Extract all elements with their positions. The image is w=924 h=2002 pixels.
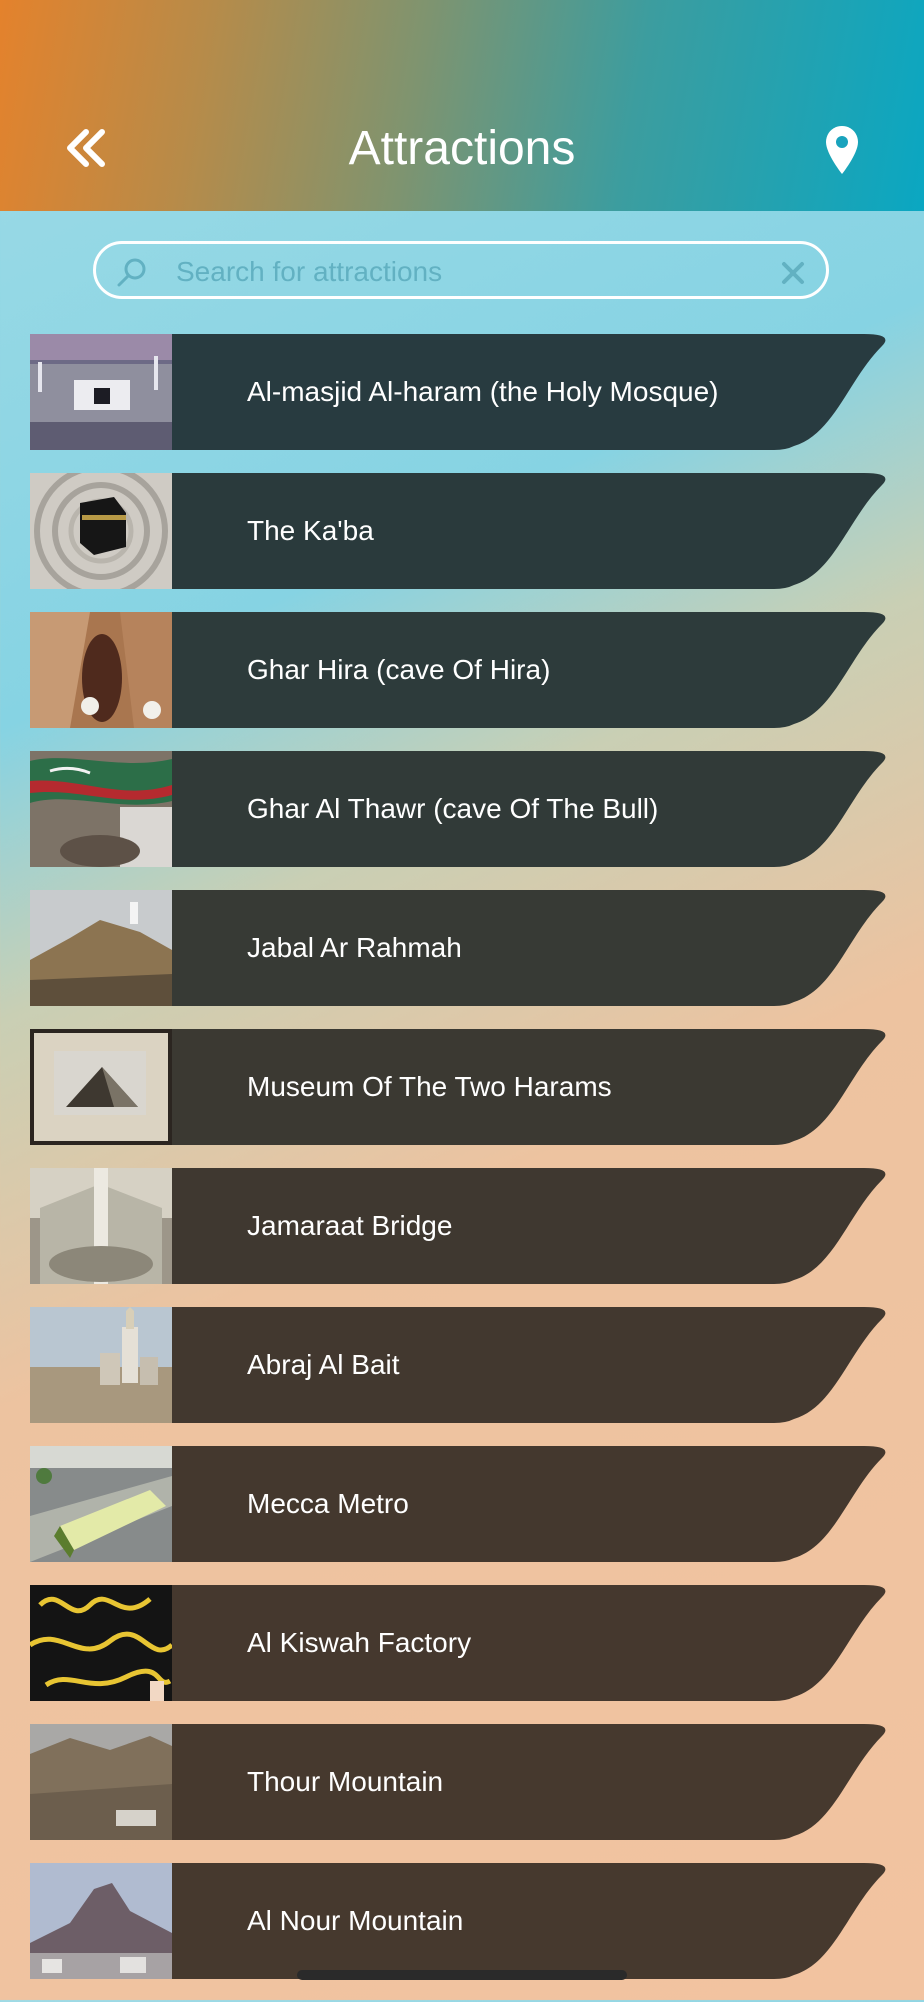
search-bar [93,241,829,299]
attraction-name: Al Kiswah Factory [247,1627,472,1658]
list-item[interactable]: Ghar Hira (cave Of Hira) [30,612,894,728]
list-item[interactable]: Mecca Metro [30,1446,894,1562]
list-item[interactable]: Ghar Al Thawr (cave Of The Bull) [30,751,894,867]
app-header: Attractions [0,0,924,211]
attraction-name: Museum Of The Two Harams [247,1071,612,1102]
list-item[interactable]: Al-masjid Al-haram (the Holy Mosque) [30,334,894,450]
attraction-name: Thour Mountain [247,1766,444,1797]
attraction-name: Al Nour Mountain [247,1905,464,1936]
list-item[interactable]: Thour Mountain [30,1724,894,1840]
attraction-thumbnail [30,334,172,450]
attraction-thumbnail [30,1168,172,1284]
list-item[interactable]: Museum Of The Two Harams [30,1029,894,1145]
attraction-list: Al-masjid Al-haram (the Holy Mosque) The … [30,334,894,2002]
map-pin-icon [826,126,858,174]
list-item[interactable]: The Ka'ba [30,473,894,589]
attraction-name: Jabal Ar Rahmah [247,932,462,963]
clear-icon[interactable] [778,258,808,288]
attraction-name: Abraj Al Bait [247,1349,400,1380]
location-button[interactable] [814,118,870,182]
attraction-thumbnail [30,1307,172,1423]
list-item[interactable]: Al Kiswah Factory [30,1585,894,1701]
attraction-name: Ghar Hira (cave Of Hira) [247,654,551,685]
attraction-thumbnail [30,473,172,589]
search-icon [117,258,146,287]
list-item[interactable]: Jabal Ar Rahmah [30,890,894,1006]
attraction-thumbnail [30,1029,172,1145]
attraction-thumbnail [30,890,172,1006]
attraction-name: Jamaraat Bridge [247,1210,453,1241]
page-title: Attractions [348,122,576,175]
attraction-thumbnail [30,1863,172,1979]
attraction-thumbnail [30,1585,172,1701]
attraction-thumbnail [30,1446,172,1562]
list-item[interactable]: Al Nour Mountain [30,1863,894,1979]
attraction-thumbnail [30,751,172,867]
home-indicator [297,1970,627,1980]
attraction-name: Al-masjid Al-haram (the Holy Mosque) [247,376,719,407]
list-item[interactable]: Jamaraat Bridge [30,1168,894,1284]
attraction-name: Mecca Metro [247,1488,409,1519]
list-item[interactable]: Abraj Al Bait [30,1307,894,1423]
attraction-thumbnail [30,612,172,728]
attraction-name: Ghar Al Thawr (cave Of The Bull) [247,793,659,824]
attraction-thumbnail [30,1724,172,1840]
search-input[interactable] [174,250,758,294]
attraction-name: The Ka'ba [247,515,374,546]
